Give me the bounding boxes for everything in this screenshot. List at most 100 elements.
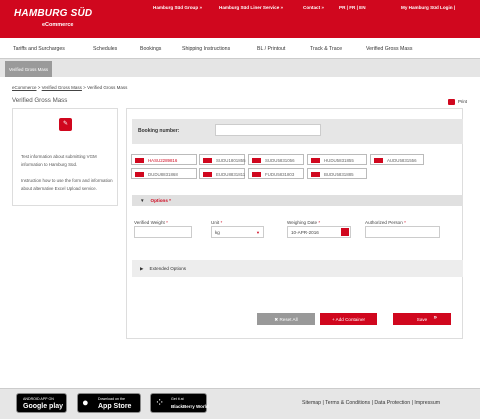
breadcrumb: eCommerce > Verified Gross Mass > Verifi… <box>12 85 127 90</box>
print-button[interactable]: Print <box>448 99 467 105</box>
sub-navigation: Verified Gross Mass <box>0 59 480 77</box>
container-icon <box>374 158 383 163</box>
reset-all-button[interactable]: ✖ Reset All <box>257 313 315 325</box>
save-button[interactable]: Save » <box>393 313 451 325</box>
container-icon <box>203 158 212 163</box>
nav-shipping-instructions[interactable]: Shipping Instructions <box>182 46 230 52</box>
breadcrumb-ecommerce[interactable]: eCommerce <box>12 85 37 90</box>
nav-verified-gross-mass[interactable]: Verified Gross Mass <box>366 46 412 52</box>
container-tab[interactable]: DUDU8831868 <box>131 168 197 179</box>
top-link-liner-service[interactable]: Hamburg Süd Liner Service » <box>219 5 283 10</box>
blackberry-icon: ⁘ <box>155 397 165 409</box>
container-number: SUDU5831056 <box>265 158 295 163</box>
booking-number-input[interactable] <box>215 124 321 136</box>
google-play-small: ANDROID APP ON <box>23 397 54 401</box>
container-tab[interactable]: HASU2289816 <box>131 154 197 165</box>
extended-options-label: Extended Options <box>149 266 187 271</box>
expand-icon: ▶ <box>140 266 144 271</box>
container-tab[interactable]: HUDU5831855 <box>307 154 367 165</box>
weighing-date-value: 10-APR-2016 <box>291 230 319 235</box>
top-link-group[interactable]: Hamburg Süd Group » <box>153 5 202 10</box>
container-icon <box>252 172 261 177</box>
sidebar-instruction-text[interactable]: Instruction how to use the form and info… <box>21 177 116 192</box>
verified-weight-label: Verified Weight * <box>134 220 168 225</box>
logo-subtitle: eCommerce <box>42 22 74 28</box>
nav-bl-printout[interactable]: BL / Printout <box>257 46 285 52</box>
container-number: BUDU5831885 <box>324 172 354 177</box>
footer-links: Sitemap | Terms & Conditions | Data Prot… <box>302 400 441 406</box>
pdf-icon[interactable]: ✎ <box>59 118 72 131</box>
container-tab[interactable]: FUDU5831803 <box>248 168 304 179</box>
save-label: Save <box>416 316 428 322</box>
vgm-form-panel: Booking number: HASU2289816 SUDU1801855 SU… <box>126 108 463 339</box>
top-link-contact[interactable]: Contact » <box>303 5 324 10</box>
my-hamburg-sud-login[interactable]: My Hamburg Süd Login | <box>401 5 455 10</box>
container-icon <box>135 158 144 163</box>
top-header: HAMBURG SÜD eCommerce Hamburg Süd Group … <box>0 0 480 38</box>
booking-search-bar: Booking number: <box>132 119 463 144</box>
weighing-date-label: Weighing Date * <box>287 220 321 225</box>
print-label: Print <box>458 99 468 105</box>
verified-weight-input[interactable] <box>134 226 192 238</box>
container-tab[interactable]: BUDU5831885 <box>307 168 367 179</box>
terms-link[interactable]: Terms & Conditions <box>325 400 370 406</box>
sitemap-link[interactable]: Sitemap <box>302 400 321 406</box>
container-tab[interactable]: EUDU8831811 <box>199 168 245 179</box>
app-store-big: App Store <box>98 403 132 410</box>
calendar-icon[interactable] <box>341 228 349 236</box>
container-number: SUDU1801855 <box>216 158 246 163</box>
hamburg-sud-logo[interactable]: HAMBURG SÜD <box>14 8 92 19</box>
blackberry-small: Get it at <box>171 397 184 401</box>
breadcrumb-current: Verified Gross Mass <box>87 85 128 90</box>
booking-number-label: Booking number: <box>138 128 180 134</box>
subnav-verified-gross-mass[interactable]: Verified Gross Mass <box>5 61 52 77</box>
container-tab[interactable]: AUDU5831556 <box>370 154 424 165</box>
weighing-date-input[interactable]: 10-APR-2016 <box>287 226 351 238</box>
unit-select[interactable]: kg ▼ <box>211 226 264 238</box>
authorized-person-label: Authorized Person * <box>365 220 406 225</box>
options-label: Options * <box>150 198 171 203</box>
options-section-header[interactable]: ▼ Options * <box>132 195 463 206</box>
impressum-link[interactable]: Impressum <box>414 400 440 406</box>
google-play-big: Google play <box>23 403 64 410</box>
apple-icon: ● <box>82 397 89 409</box>
container-number: HASU2289816 <box>148 158 178 163</box>
container-tab[interactable]: SUDU1801855 <box>199 154 246 165</box>
container-icon <box>135 172 144 177</box>
container-number: AUDU5831556 <box>387 158 417 163</box>
nav-schedules[interactable]: Schedules <box>93 46 117 52</box>
unit-label: Unit * <box>211 220 223 225</box>
nav-tariffs[interactable]: Tariffs and Surcharges <box>13 46 65 52</box>
container-icon <box>311 172 320 177</box>
container-icon <box>203 172 212 177</box>
blackberry-world-badge[interactable]: ⁘ Get it at BlackBerry World <box>150 393 209 413</box>
footer: ANDROID APP ON Google play ● Download on… <box>0 388 480 419</box>
blackberry-big: BlackBerry World <box>171 404 209 409</box>
container-icon <box>311 158 320 163</box>
main-navigation: Tariffs and Surcharges Schedules Booking… <box>0 38 480 59</box>
nav-bookings[interactable]: Bookings <box>140 46 161 52</box>
app-store-badge[interactable]: ● Download on the App Store <box>77 393 141 413</box>
nav-track-trace[interactable]: Track & Trace <box>310 46 342 52</box>
add-container-button[interactable]: + Add Container <box>320 313 377 325</box>
container-icon <box>252 158 261 163</box>
authorized-person-input[interactable] <box>365 226 440 238</box>
breadcrumb-vgm[interactable]: Verified Gross Mass <box>42 85 82 90</box>
printer-icon <box>448 99 455 105</box>
unit-value: kg <box>215 230 220 235</box>
page-title: Verified Gross Mass <box>12 97 68 104</box>
chevron-down-icon: ▼ <box>256 230 260 235</box>
language-switcher[interactable]: PR | FR | EN <box>339 5 366 10</box>
container-number: HUDU5831855 <box>324 158 354 163</box>
app-store-small: Download on the <box>98 397 125 401</box>
container-number: FUDU5831803 <box>265 172 295 177</box>
container-tab[interactable]: SUDU5831056 <box>248 154 304 165</box>
double-arrow-icon: » <box>433 315 437 321</box>
collapse-icon: ▼ <box>140 198 145 203</box>
google-play-badge[interactable]: ANDROID APP ON Google play <box>16 393 67 413</box>
extended-options-header[interactable]: ▶ Extended Options <box>132 260 463 277</box>
container-number: EUDU8831811 <box>216 172 246 177</box>
info-sidebar: ✎ Test information about submitting VGM … <box>12 108 118 206</box>
sidebar-info-text[interactable]: Test information about submitting VGM in… <box>21 153 116 168</box>
privacy-link[interactable]: Data Protection <box>374 400 410 406</box>
